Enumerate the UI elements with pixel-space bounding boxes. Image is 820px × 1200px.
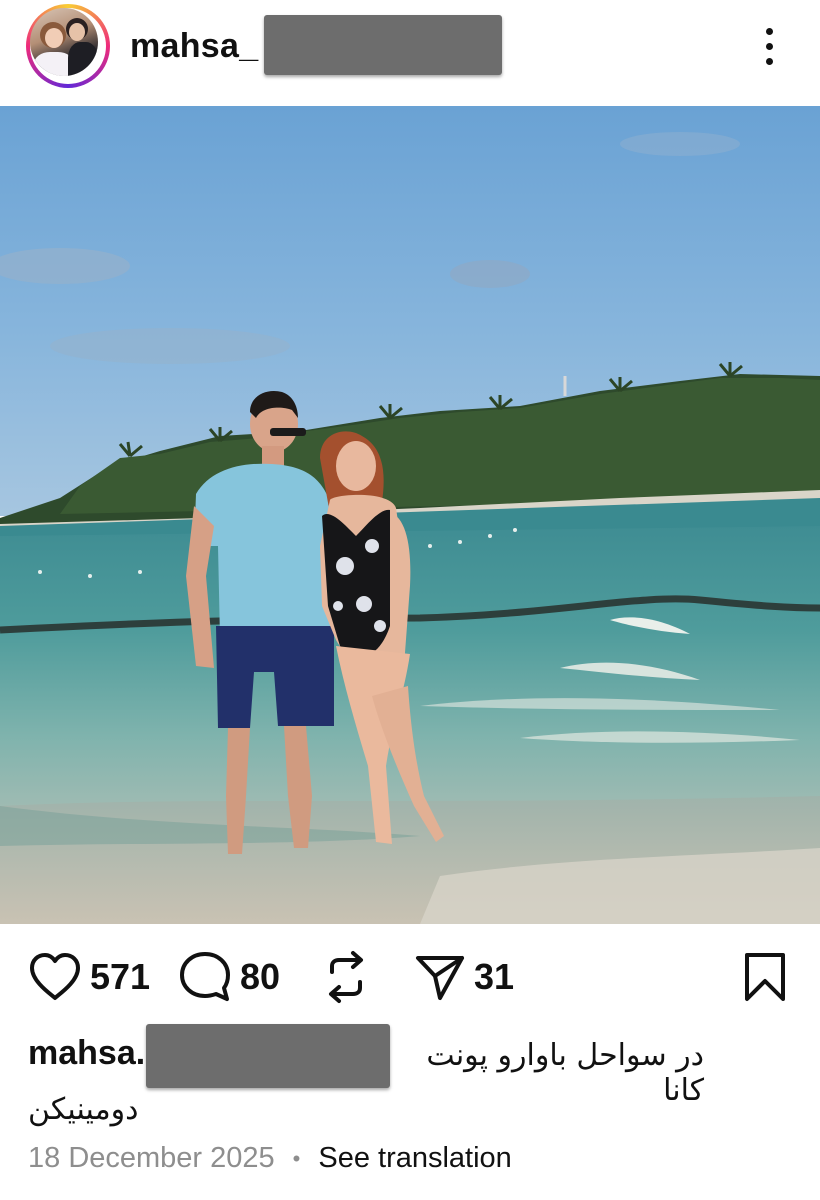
post-photo[interactable] [0,106,820,924]
see-translation-link[interactable]: See translation [318,1142,511,1175]
save-button[interactable] [742,940,788,1014]
caption-text-continued: دومینیکن [28,1092,139,1127]
avatar-image [30,8,98,76]
more-vertical-icon[interactable] [752,26,786,68]
username-redaction [264,15,502,75]
post-actions-bar: 571 80 31 [0,940,820,1014]
post-meta: 18 December 2025 • See translation [28,1142,512,1175]
comment-bubble-icon [180,952,230,1001]
like-count: 571 [90,956,151,997]
post-header: mahsa_ [0,0,820,104]
profile-avatar[interactable] [26,4,110,88]
post-username[interactable]: mahsa_ [130,27,258,66]
heart-icon [30,953,80,1000]
send-icon [416,956,464,1000]
caption-username-redaction [146,1024,390,1088]
like-button[interactable]: 571 [28,940,150,1014]
caption-text: در سواحل باوارو پونت کانا [426,1038,704,1108]
post-date: 18 December 2025 [28,1142,275,1174]
repost-button[interactable] [322,940,378,1014]
share-count: 31 [474,956,515,997]
caption-username[interactable]: mahsa. [28,1034,145,1073]
repost-icon [329,951,363,1003]
share-button[interactable]: 31 [414,940,514,1014]
comment-count: 80 [240,956,281,997]
comment-button[interactable]: 80 [178,940,280,1014]
meta-separator: • [292,1145,301,1171]
bookmark-icon [745,953,785,1001]
